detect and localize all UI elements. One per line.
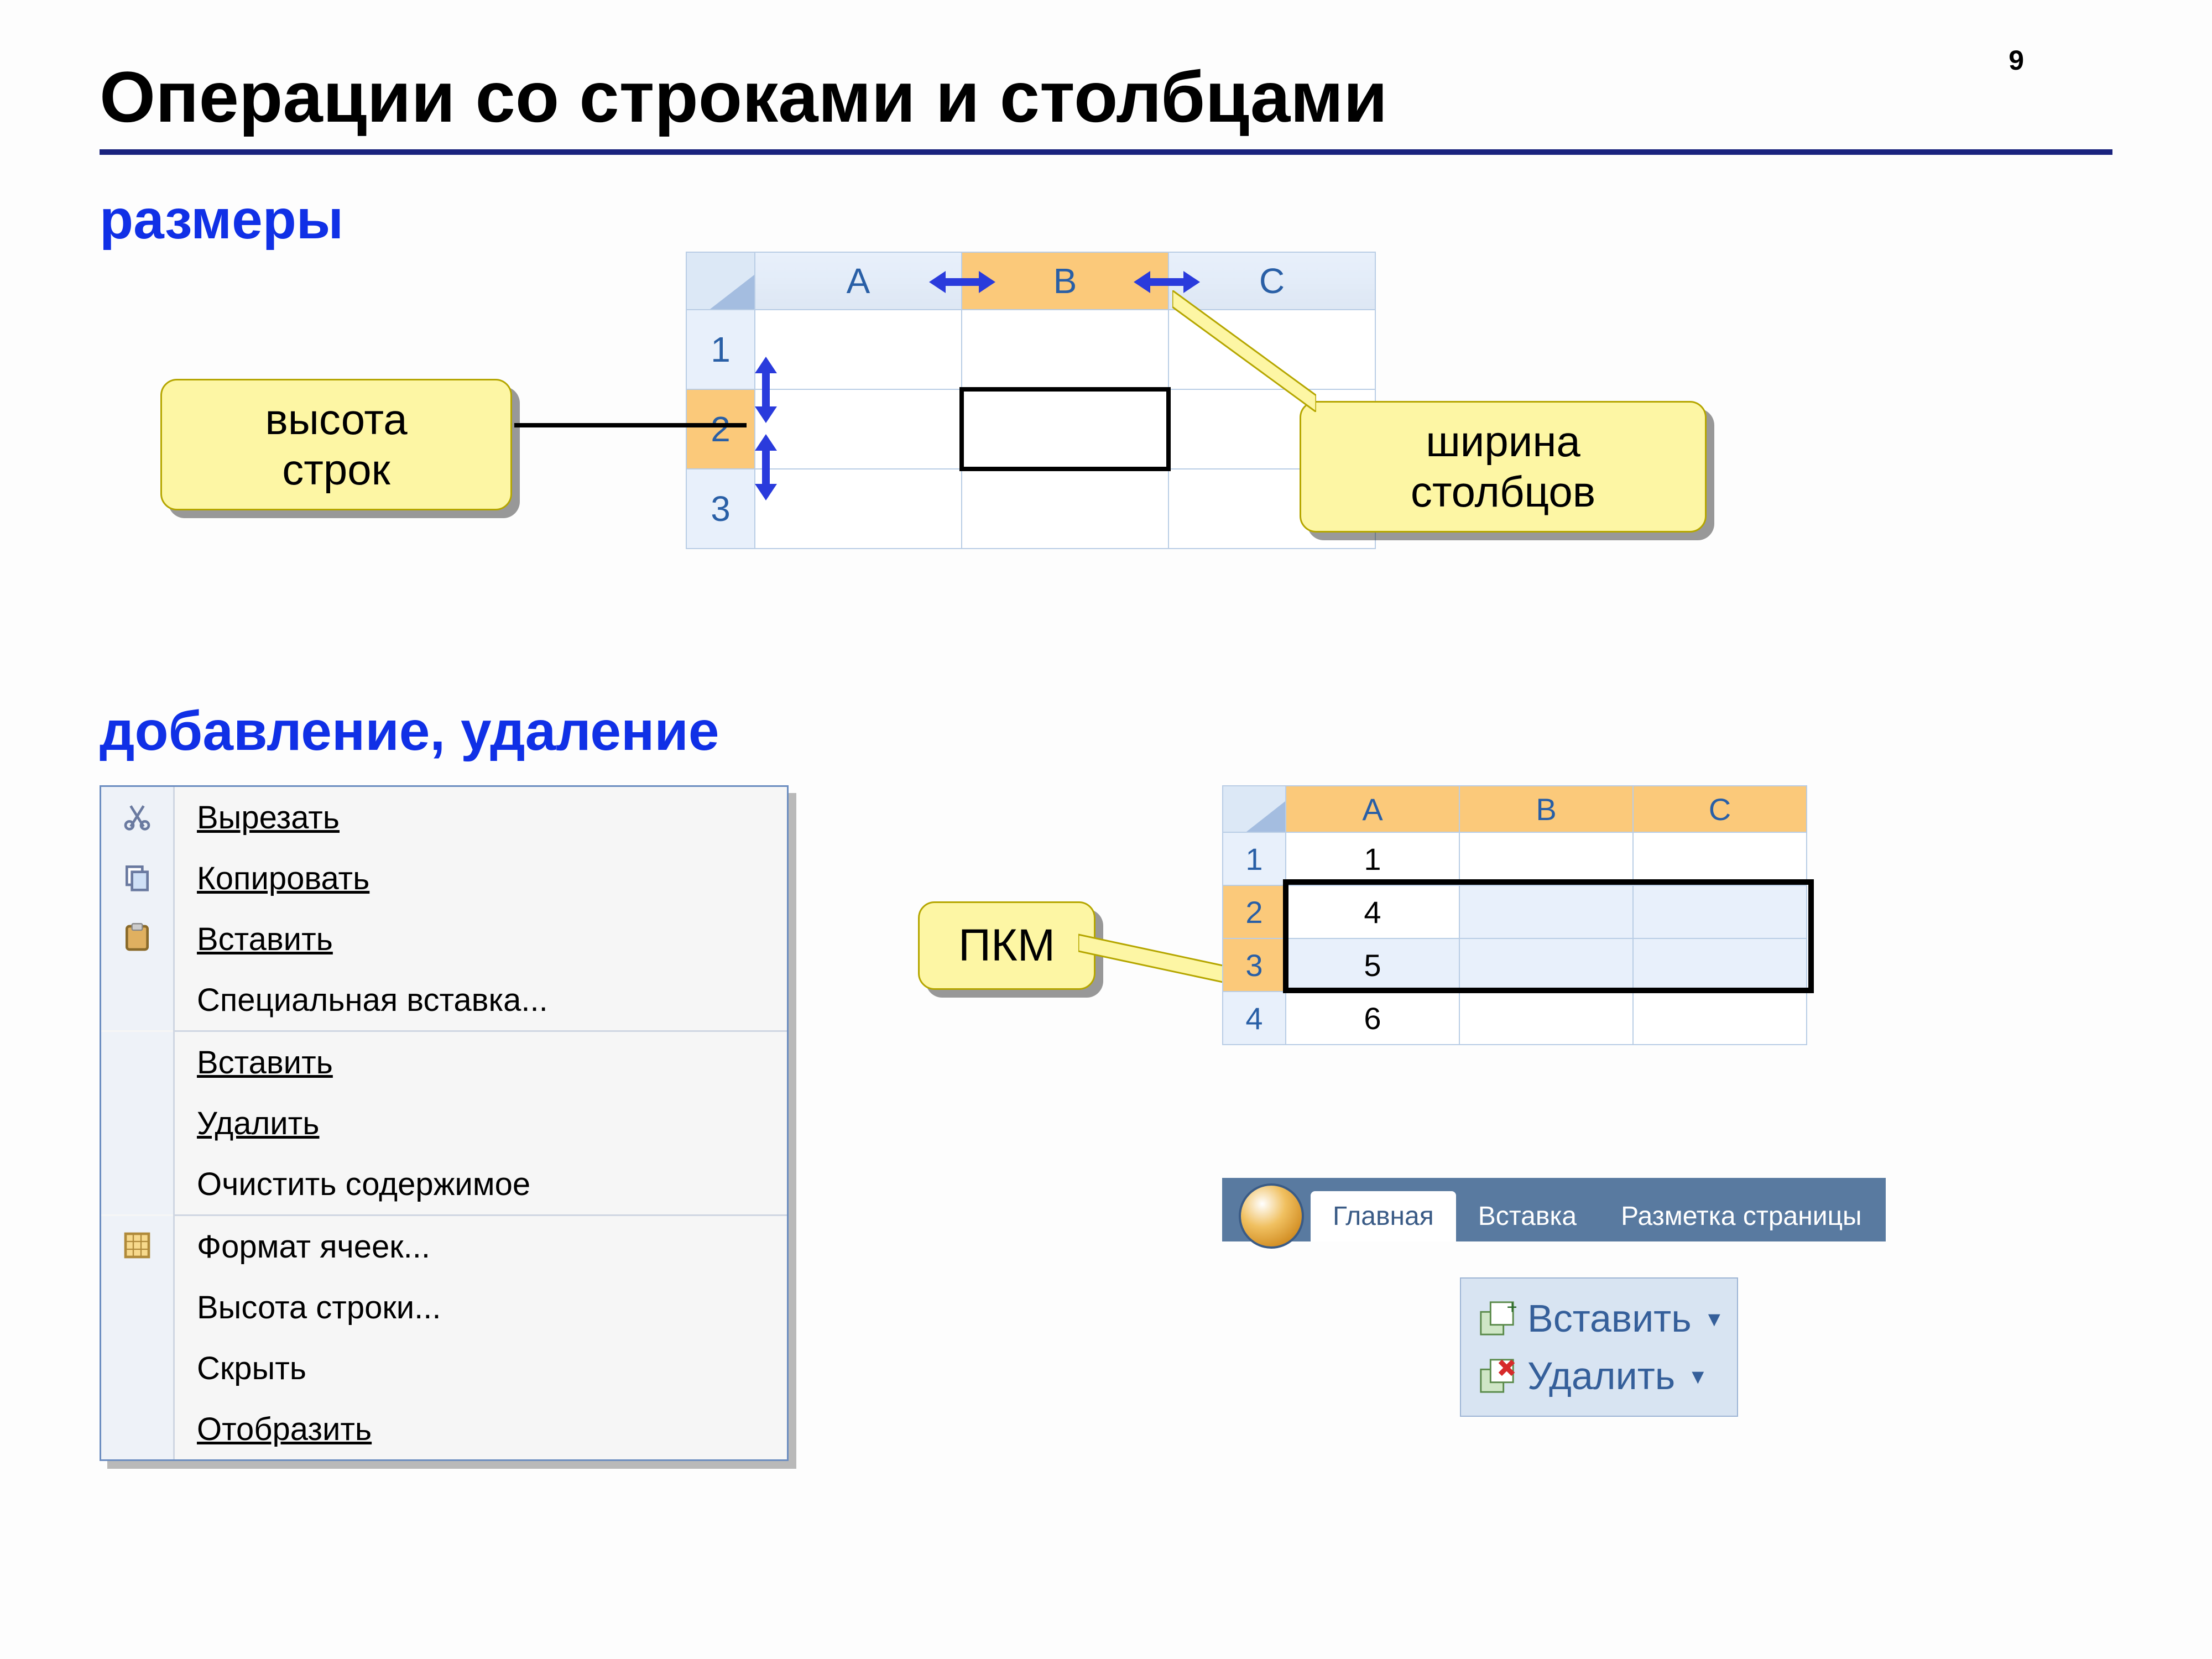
resize-col-ab-icon[interactable] xyxy=(929,268,995,296)
context-menu: Вырезать Копировать Вставить Специальная… xyxy=(100,785,789,1461)
ctx-delete[interactable]: Удалить xyxy=(101,1093,787,1154)
cell2-c4[interactable] xyxy=(1633,992,1807,1045)
callout-row-leader xyxy=(514,423,747,427)
callout-pkm: ПКМ xyxy=(918,901,1095,990)
cell2-c2[interactable] xyxy=(1633,885,1807,938)
cell-b1[interactable] xyxy=(962,310,1168,389)
section-sizes-heading: размеры xyxy=(100,188,2112,252)
ctx-paste[interactable]: Вставить xyxy=(101,909,787,969)
col-c-2[interactable]: C xyxy=(1633,786,1807,832)
ctx-paste-special[interactable]: Специальная вставка... xyxy=(101,969,787,1030)
cell2-b3[interactable] xyxy=(1459,938,1633,992)
cell-a1[interactable] xyxy=(755,310,962,389)
cell2-a4[interactable]: 6 xyxy=(1286,992,1459,1045)
cell-a2[interactable] xyxy=(755,389,962,469)
insert-cells-icon: + xyxy=(1478,1299,1516,1338)
col-a-2[interactable]: A xyxy=(1286,786,1459,832)
callout-col-width: ширина столбцов xyxy=(1300,401,1707,533)
ctx-format-cells[interactable]: Формат ячеек... xyxy=(101,1216,787,1277)
ctx-row-height[interactable]: Высота строки... xyxy=(101,1277,787,1338)
ribbon-tabs-strip: Главная Вставка Разметка страницы xyxy=(1222,1178,1886,1241)
page-number: 9 xyxy=(2008,44,2024,76)
paste-icon xyxy=(122,922,153,956)
ribbon-insert-button[interactable]: + Вставить▾ xyxy=(1478,1290,1720,1347)
cell-b2-selected[interactable] xyxy=(962,389,1168,469)
resize-row-23-icon[interactable] xyxy=(752,434,780,500)
cell-b3[interactable] xyxy=(962,469,1168,549)
svg-text:+: + xyxy=(1507,1299,1517,1318)
row-4-2[interactable]: 4 xyxy=(1223,992,1286,1045)
callout-pkm-leader xyxy=(1078,924,1233,990)
dropdown-arrow-icon: ▾ xyxy=(1708,1305,1720,1333)
cell2-a1[interactable]: 1 xyxy=(1286,832,1459,885)
row-1-2[interactable]: 1 xyxy=(1223,832,1286,885)
row-header-1[interactable]: 1 xyxy=(686,310,755,389)
ribbon-delete-button[interactable]: Удалить▾ xyxy=(1478,1347,1720,1405)
callout-col-leader xyxy=(1172,290,1316,412)
callout-row-height: высота строк xyxy=(160,379,512,510)
row-header-2[interactable]: 2 xyxy=(686,389,755,469)
select-all-corner-2[interactable] xyxy=(1223,786,1286,832)
resize-row-12-icon[interactable] xyxy=(752,357,780,423)
select-all-corner[interactable] xyxy=(686,252,755,310)
ctx-hide[interactable]: Скрыть xyxy=(101,1338,787,1399)
cell2-a3[interactable]: 5 xyxy=(1286,938,1459,992)
ribbon-tab-insert[interactable]: Вставка xyxy=(1456,1191,1599,1241)
cell2-a2[interactable]: 4 xyxy=(1286,885,1459,938)
ctx-show[interactable]: Отобразить xyxy=(101,1399,787,1459)
ctx-clear[interactable]: Очистить содержимое xyxy=(101,1154,787,1214)
format-cells-icon xyxy=(122,1230,153,1264)
ctx-copy[interactable]: Копировать xyxy=(101,848,787,909)
row-header-3[interactable]: 3 xyxy=(686,469,755,549)
cell2-b1[interactable] xyxy=(1459,832,1633,885)
cell2-b4[interactable] xyxy=(1459,992,1633,1045)
sheet-select-demo: A B C 1 1 2 4 3 5 xyxy=(1222,785,1807,1045)
delete-cells-icon xyxy=(1478,1357,1516,1395)
title-divider xyxy=(100,149,2112,155)
col-b-2[interactable]: B xyxy=(1459,786,1633,832)
ribbon-tab-home[interactable]: Главная xyxy=(1311,1191,1456,1241)
cells-group: + Вставить▾ Удалить▾ xyxy=(1460,1277,1738,1417)
dropdown-arrow-icon: ▾ xyxy=(1692,1362,1704,1390)
cell2-c3[interactable] xyxy=(1633,938,1807,992)
copy-icon xyxy=(122,862,153,895)
ctx-cut[interactable]: Вырезать xyxy=(101,787,787,848)
cell2-b2[interactable] xyxy=(1459,885,1633,938)
cell2-c1[interactable] xyxy=(1633,832,1807,885)
slide-title: Операции со строками и столбцами xyxy=(100,55,2112,138)
ctx-insert[interactable]: Вставить xyxy=(101,1032,787,1093)
row-2-2[interactable]: 2 xyxy=(1223,885,1286,938)
section-add-del-heading: добавление, удаление xyxy=(100,700,2112,763)
row-3-2[interactable]: 3 xyxy=(1223,938,1286,992)
office-button-icon[interactable] xyxy=(1239,1183,1304,1249)
cell-a3[interactable] xyxy=(755,469,962,549)
scissors-icon xyxy=(122,801,153,834)
ribbon-tab-layout[interactable]: Разметка страницы xyxy=(1599,1191,1884,1241)
